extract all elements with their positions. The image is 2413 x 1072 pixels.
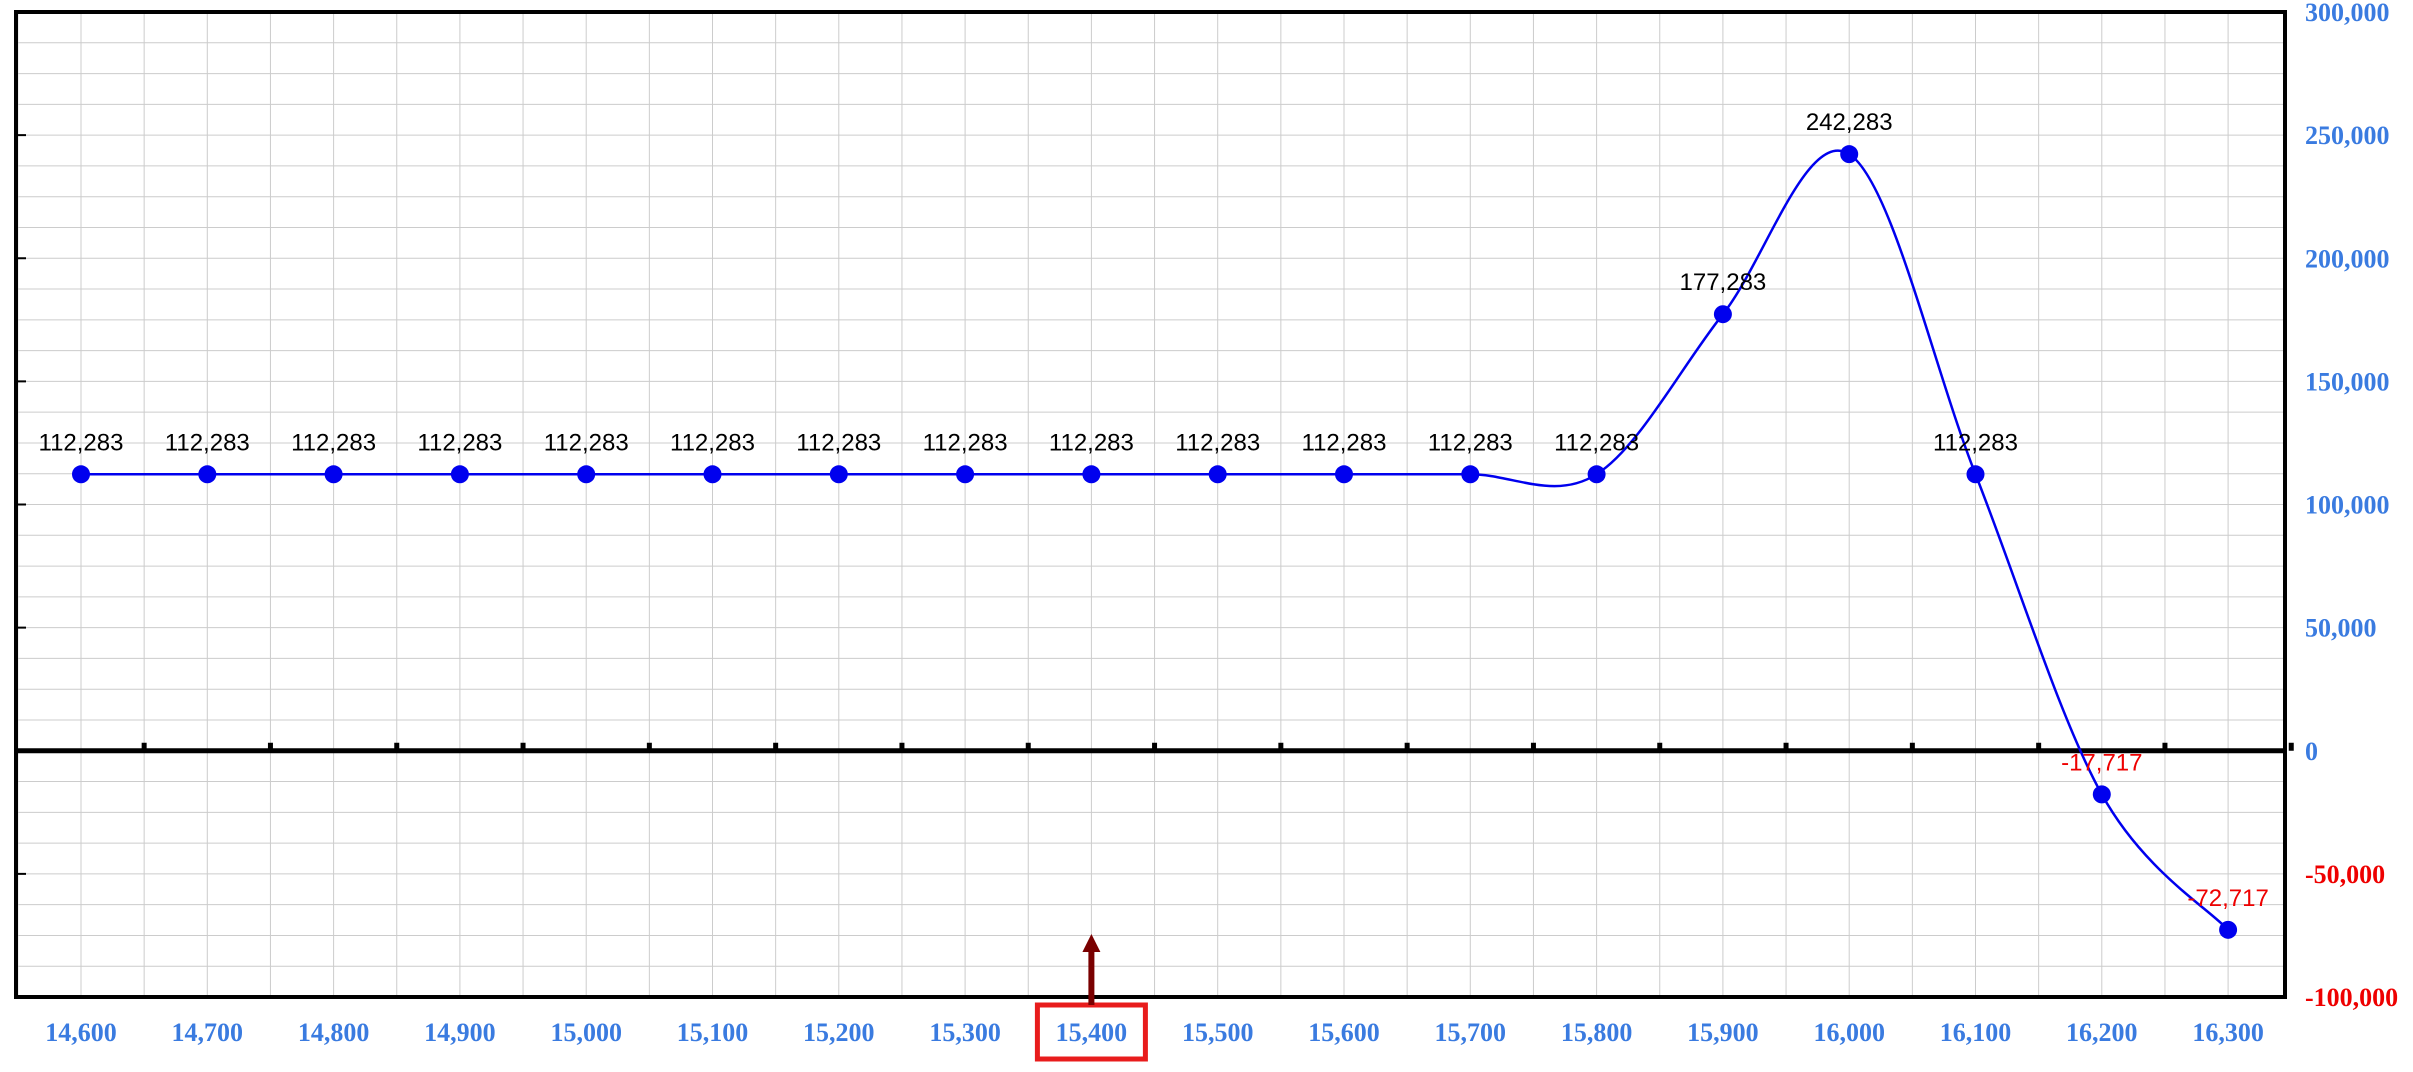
x-tick-label: 16,300 (2192, 1018, 2264, 1047)
data-label: -17,717 (2061, 749, 2142, 776)
highlight-arrow-head (1082, 934, 1101, 952)
data-point-marker (72, 465, 90, 484)
x-tick-label: 15,300 (929, 1018, 1001, 1047)
y-tick-label: 50,000 (2305, 614, 2377, 643)
data-point-marker (1966, 465, 1985, 484)
data-point-marker (1208, 465, 1227, 484)
x-tick-label: 15,200 (803, 1018, 875, 1047)
y-tick-label: 250,000 (2305, 121, 2390, 150)
y-tick-label: 100,000 (2305, 491, 2390, 520)
data-label: 112,283 (1049, 429, 1134, 456)
label-layer: 112,283 112,283 112,283 112,283 112,283 112,2… (39, 109, 2269, 912)
data-point-marker (829, 465, 848, 484)
data-label: 242,283 (1806, 109, 1893, 136)
x-tick-label: 14,700 (172, 1018, 244, 1047)
data-point-marker (2219, 920, 2238, 939)
x-tick-label: 15,700 (1435, 1018, 1507, 1047)
data-label: -72,717 (2187, 885, 2268, 912)
data-label: 177,283 (1680, 269, 1767, 296)
x-tick-label: 14,900 (424, 1018, 496, 1047)
data-point-marker (324, 465, 343, 484)
data-label: 112,283 (796, 429, 881, 456)
data-point-marker (1713, 305, 1732, 324)
data-point-marker (577, 465, 596, 484)
data-label: 112,283 (1554, 429, 1639, 456)
x-tick-label: 14,600 (45, 1018, 117, 1047)
data-label: 112,283 (39, 429, 124, 456)
data-label: 112,283 (1302, 429, 1387, 456)
data-label: 112,283 (417, 429, 502, 456)
x-tick-label: 15,500 (1182, 1018, 1254, 1047)
data-point-marker (1335, 465, 1353, 484)
x-tick-label: 16,000 (1813, 1018, 1885, 1047)
chart-svg: 112,283 112,283 112,283 112,283 112,283 112,2… (14, 0, 2398, 1062)
y-tick-label: 300,000 (2305, 0, 2390, 27)
data-point-marker (198, 465, 217, 484)
data-point-marker (956, 465, 975, 484)
x-tick-label: 16,100 (1940, 1018, 2012, 1047)
y-tick-label: 150,000 (2305, 367, 2390, 396)
data-point-marker (450, 465, 469, 484)
data-label: 112,283 (1428, 429, 1513, 456)
data-label: 112,283 (923, 429, 1008, 456)
y-tick-label: 0 (2305, 737, 2318, 766)
tick-layer: 14,600 14,700 14,800 14,900 15,000 15,100 15,2… (45, 0, 2398, 1047)
data-label: 112,283 (165, 429, 250, 456)
x-tick-label: 15,000 (550, 1018, 622, 1047)
x-tick-label: 16,200 (2066, 1018, 2138, 1047)
x-tick-label: 15,900 (1687, 1018, 1759, 1047)
data-label: 112,283 (1933, 429, 2018, 456)
data-point-marker (1082, 465, 1101, 484)
data-point-marker (1587, 465, 1606, 484)
y-tick-label: 200,000 (2305, 244, 2390, 273)
payoff-chart: 112,283 112,283 112,283 112,283 112,283 112,2… (0, 0, 2413, 1067)
data-label: 112,283 (670, 429, 755, 456)
data-point-marker (2092, 785, 2111, 804)
y-tick-label: -50,000 (2305, 860, 2385, 889)
x-tick-label: 15,800 (1561, 1018, 1633, 1047)
data-point-marker (1840, 145, 1859, 164)
x-tick-label: 15,400 (1056, 1018, 1128, 1047)
y-tick-label: -100,000 (2305, 983, 2398, 1012)
data-point-marker (1461, 465, 1480, 484)
data-label: 112,283 (291, 429, 376, 456)
data-point-marker (703, 465, 722, 484)
data-label: 112,283 (544, 429, 629, 456)
x-tick-label: 15,600 (1308, 1018, 1380, 1047)
x-tick-label: 14,800 (298, 1018, 370, 1047)
grid-layer (16, 11, 2285, 998)
data-label: 112,283 (1175, 429, 1260, 456)
x-tick-label: 15,100 (677, 1018, 749, 1047)
